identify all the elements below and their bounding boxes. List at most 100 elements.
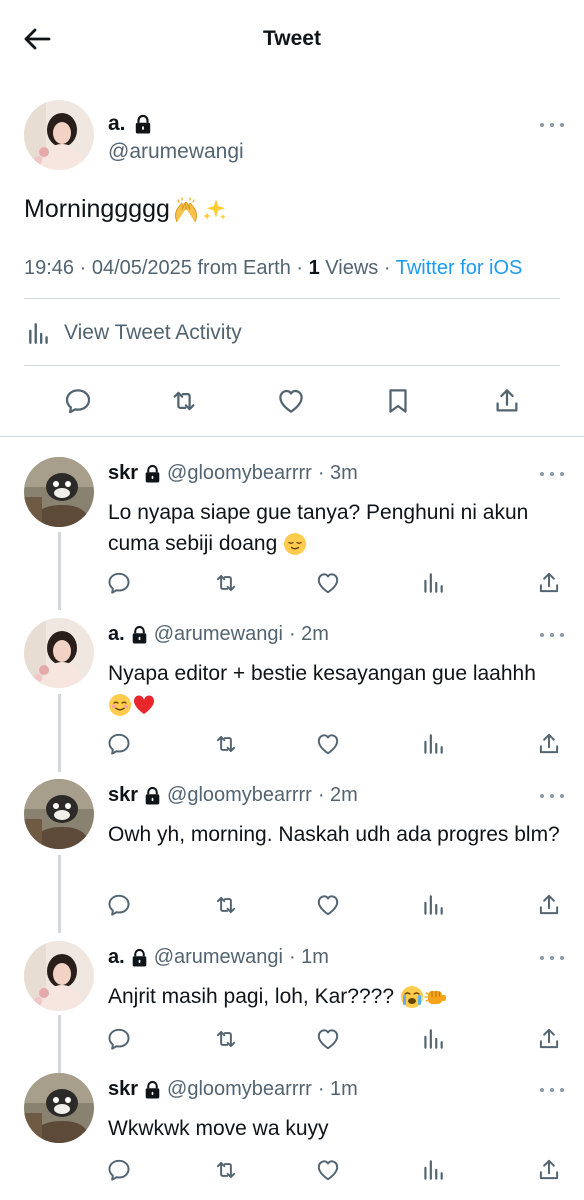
bookmark-icon[interactable]	[383, 386, 413, 416]
views-icon[interactable]	[420, 892, 446, 918]
view-activity-button[interactable]: View Tweet Activity	[26, 318, 242, 348]
author-name[interactable]: a.	[108, 946, 125, 969]
crying-face-emoji	[400, 986, 423, 1009]
divider	[0, 436, 584, 437]
main-action-bar	[0, 386, 584, 420]
reply-icon[interactable]	[106, 1157, 132, 1183]
reply-time: · 1m	[317, 1078, 358, 1100]
reply-action-bar	[0, 1157, 584, 1187]
reply-header: skr @gloomybearrrr · 2m	[108, 784, 358, 807]
author-handle[interactable]: @arumewangi	[154, 623, 283, 646]
more-icon[interactable]	[540, 630, 564, 640]
share-icon[interactable]	[536, 892, 562, 918]
avatar[interactable]	[24, 457, 94, 527]
like-icon[interactable]	[315, 892, 341, 918]
retweet-icon[interactable]	[213, 731, 239, 757]
reply-icon[interactable]	[106, 570, 132, 596]
reply-icon[interactable]	[106, 892, 132, 918]
avatar[interactable]	[24, 1073, 94, 1143]
tweet-text-row: Morninggggg	[24, 195, 228, 224]
share-icon[interactable]	[536, 1157, 562, 1183]
fist-bump-emoji	[424, 991, 446, 1005]
reply-action-bar	[0, 570, 584, 600]
avatar[interactable]	[24, 779, 94, 849]
like-icon[interactable]	[315, 1157, 341, 1183]
retweet-icon[interactable]	[213, 1157, 239, 1183]
views-icon[interactable]	[420, 570, 446, 596]
like-icon[interactable]	[315, 570, 341, 596]
reply-header: a. @arumewangi · 1m	[108, 946, 329, 969]
views-icon[interactable]	[420, 1026, 446, 1052]
view-activity-label: View Tweet Activity	[64, 321, 242, 344]
divider	[24, 365, 560, 366]
views-icon[interactable]	[420, 731, 446, 757]
reply-time: · 2m	[317, 784, 358, 806]
author-handle[interactable]: @arumewangi	[108, 140, 244, 164]
author-handle[interactable]: @gloomybearrrr	[167, 784, 312, 807]
more-icon[interactable]	[540, 469, 564, 479]
red-heart-emoji	[133, 695, 155, 715]
retweet-icon[interactable]	[169, 386, 199, 416]
reply-header: skr @gloomybearrrr · 3m	[108, 462, 358, 485]
relieved-face-emoji	[284, 533, 307, 556]
more-icon[interactable]	[540, 120, 564, 130]
share-icon[interactable]	[536, 731, 562, 757]
author-name-row[interactable]: a.	[108, 112, 152, 136]
retweet-icon[interactable]	[213, 892, 239, 918]
author-handle[interactable]: @arumewangi	[154, 946, 283, 969]
lock-icon	[134, 114, 152, 135]
raising-hands-emoji	[175, 196, 197, 222]
author-name[interactable]: skr	[108, 784, 138, 807]
lock-icon	[144, 786, 161, 806]
author-name[interactable]: skr	[108, 1078, 138, 1101]
more-icon[interactable]	[540, 953, 564, 963]
views-icon[interactable]	[420, 1157, 446, 1183]
author-handle[interactable]: @gloomybearrrr	[167, 462, 312, 485]
avatar[interactable]	[24, 941, 94, 1011]
reply-time: · 2m	[288, 623, 329, 645]
reply-icon[interactable]	[106, 1026, 132, 1052]
reply-header: a. @arumewangi · 2m	[108, 623, 329, 646]
divider	[24, 298, 560, 299]
tweet-text: Morninggggg	[24, 195, 170, 223]
retweet-icon[interactable]	[213, 570, 239, 596]
author-name[interactable]: skr	[108, 462, 138, 485]
avatar[interactable]	[24, 100, 94, 170]
reply-header: skr @gloomybearrrr · 1m	[108, 1078, 358, 1101]
like-icon[interactable]	[315, 731, 341, 757]
reply-text: Anjrit masih pagi, loh, Kar????	[108, 981, 564, 1012]
reply-action-bar	[0, 731, 584, 761]
smiling-face-emoji	[109, 694, 131, 717]
lock-icon	[144, 464, 161, 484]
tweet-source-link[interactable]: Twitter for iOS	[396, 257, 523, 279]
page-title: Tweet	[263, 27, 321, 50]
tweet-meta: 19:46 · 04/05/2025 from Earth · 1 Views …	[24, 257, 522, 280]
views-label: Views ·	[319, 257, 396, 279]
like-icon[interactable]	[276, 386, 306, 416]
top-bar: Tweet	[0, 0, 584, 80]
more-icon[interactable]	[540, 1085, 564, 1095]
views-count: 1	[308, 257, 320, 279]
author-name[interactable]: a.	[108, 623, 125, 646]
sparkles-emoji	[202, 198, 226, 220]
author-handle[interactable]: @gloomybearrrr	[167, 1078, 312, 1101]
reply-text: Wkwkwk move wa kuyy	[108, 1117, 329, 1140]
share-icon[interactable]	[536, 570, 562, 596]
share-icon[interactable]	[492, 386, 522, 416]
reply-time: · 3m	[317, 462, 358, 484]
lock-icon	[131, 625, 148, 645]
like-icon[interactable]	[315, 1026, 341, 1052]
reply-action-bar	[0, 892, 584, 922]
more-icon[interactable]	[540, 791, 564, 801]
retweet-icon[interactable]	[213, 1026, 239, 1052]
lock-icon	[131, 948, 148, 968]
reply-action-bar	[0, 1026, 584, 1056]
reply-icon[interactable]	[106, 731, 132, 757]
reply-text: Lo nyapa siape gue tanya? Penghuni ni ak…	[108, 501, 529, 556]
reply-text: Nyapa editor + bestie kesayangan gue laa…	[108, 658, 564, 720]
avatar[interactable]	[24, 618, 94, 688]
share-icon[interactable]	[536, 1026, 562, 1052]
reply-icon[interactable]	[63, 386, 93, 416]
tweet-timestamp: 19:46 · 04/05/2025 from Earth ·	[24, 257, 309, 279]
reply-time: · 1m	[288, 946, 329, 968]
